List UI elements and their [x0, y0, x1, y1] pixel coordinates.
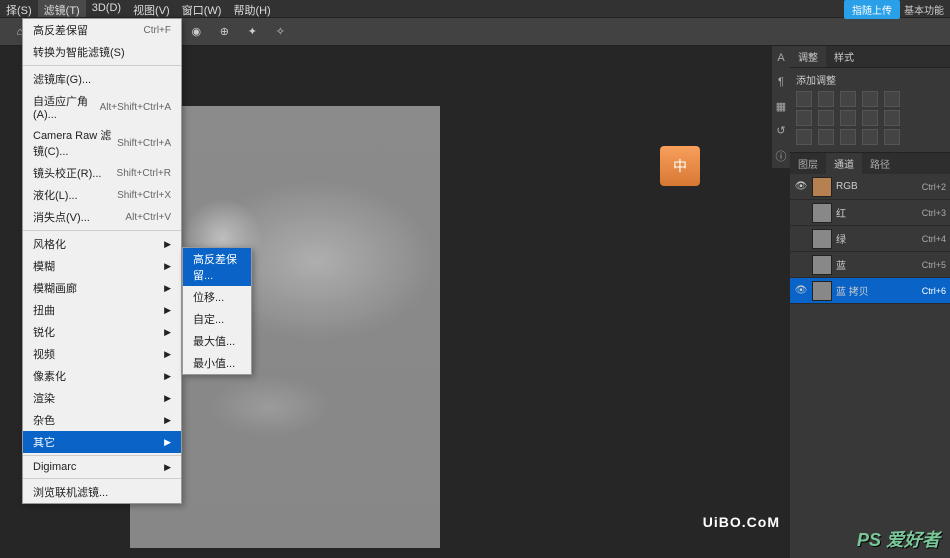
- channel-name: 绿: [836, 231, 922, 246]
- info-panel-icon[interactable]: ⓘ: [774, 148, 788, 162]
- filter-item[interactable]: 浏览联机滤镜...: [23, 481, 181, 503]
- color-balance-icon[interactable]: [818, 110, 834, 126]
- type-panel-icon[interactable]: A: [774, 52, 788, 66]
- channel-row[interactable]: 红Ctrl+3: [790, 200, 950, 226]
- channel-shortcut: Ctrl+6: [922, 286, 946, 296]
- filter-item[interactable]: 高反差保留Ctrl+F: [23, 19, 181, 41]
- collapsed-panels: A ¶ ▦ ↺ ⓘ: [772, 46, 790, 168]
- filter-item[interactable]: Camera Raw 滤镜(C)...Shift+Ctrl+A: [23, 124, 181, 162]
- channel-thumb: [812, 229, 832, 249]
- channel-shortcut: Ctrl+4: [922, 234, 946, 244]
- vibrance-icon[interactable]: [884, 91, 900, 107]
- bw-icon[interactable]: [840, 110, 856, 126]
- right-panel-group: 调整样式 添加调整: [790, 46, 950, 558]
- filter-item[interactable]: 液化(L)...Shift+Ctrl+X: [23, 184, 181, 206]
- visibility-icon[interactable]: 👁: [794, 181, 808, 192]
- watermark-text: PS 爱好者: [857, 526, 940, 552]
- filter-item[interactable]: 其它▶: [23, 431, 181, 453]
- channel-name: 蓝: [836, 257, 922, 272]
- filter-item[interactable]: 像素化▶: [23, 365, 181, 387]
- channel-row[interactable]: 👁 RGBCtrl+2: [790, 174, 950, 200]
- channel-tab[interactable]: 通道: [826, 153, 862, 174]
- filter-item[interactable]: 消失点(V)...Alt+Ctrl+V: [23, 206, 181, 228]
- brightness-icon[interactable]: [796, 91, 812, 107]
- 3d-tool-4-icon[interactable]: ✧: [270, 22, 290, 42]
- watermark-url: UiBO.CoM: [703, 514, 780, 530]
- channel-thumb: [812, 281, 832, 301]
- submenu-item[interactable]: 自定...: [183, 308, 251, 330]
- channel-name: RGB: [836, 181, 922, 192]
- menu-5[interactable]: 帮助(H): [227, 0, 276, 17]
- channel-row[interactable]: 绿Ctrl+4: [790, 226, 950, 252]
- invert-icon[interactable]: [796, 129, 812, 145]
- channel-shortcut: Ctrl+5: [922, 260, 946, 270]
- workspace-label[interactable]: 基本功能: [904, 2, 950, 17]
- menu-1[interactable]: 滤镜(T): [38, 0, 86, 17]
- channel-thumb: [812, 255, 832, 275]
- selective-color-icon[interactable]: [884, 129, 900, 145]
- visibility-icon[interactable]: 👁: [794, 285, 808, 296]
- channel-row[interactable]: 👁 蓝 拷贝Ctrl+6: [790, 278, 950, 304]
- threshold-icon[interactable]: [840, 129, 856, 145]
- gradient-map-icon[interactable]: [862, 129, 878, 145]
- panel-tab[interactable]: 调整: [790, 46, 826, 67]
- 3d-tool-3-icon[interactable]: ✦: [242, 22, 262, 42]
- channel-mixer-icon[interactable]: [884, 110, 900, 126]
- menu-4[interactable]: 窗口(W): [176, 0, 228, 17]
- filter-item[interactable]: 视频▶: [23, 343, 181, 365]
- exposure-icon[interactable]: [862, 91, 878, 107]
- levels-icon[interactable]: [818, 91, 834, 107]
- filter-item[interactable]: 渲染▶: [23, 387, 181, 409]
- channel-shortcut: Ctrl+3: [922, 208, 946, 218]
- submenu-item[interactable]: 最大值...: [183, 330, 251, 352]
- 3d-tool-1-icon[interactable]: ◉: [186, 22, 206, 42]
- 3d-tool-2-icon[interactable]: ⊕: [214, 22, 234, 42]
- curves-icon[interactable]: [840, 91, 856, 107]
- channel-shortcut: Ctrl+2: [922, 182, 946, 192]
- channel-name: 蓝 拷贝: [836, 283, 922, 298]
- cloud-upload-button[interactable]: 指随上传: [844, 0, 900, 19]
- channel-row[interactable]: 蓝Ctrl+5: [790, 252, 950, 278]
- filter-item[interactable]: Digimarc▶: [23, 458, 181, 476]
- filter-item[interactable]: 风格化▶: [23, 233, 181, 255]
- panel-tab[interactable]: 样式: [826, 46, 862, 67]
- submenu-item[interactable]: 位移...: [183, 286, 251, 308]
- photo-filter-icon[interactable]: [862, 110, 878, 126]
- filter-item[interactable]: 模糊▶: [23, 255, 181, 277]
- swatches-panel-icon[interactable]: ▦: [774, 100, 788, 114]
- filter-item[interactable]: 锐化▶: [23, 321, 181, 343]
- other-submenu: 高反差保留...位移...自定...最大值...最小值...: [182, 247, 252, 375]
- workspace-switcher: 指随上传 基本功能: [844, 0, 950, 18]
- menu-0[interactable]: 择(S): [0, 0, 38, 17]
- filter-item[interactable]: 模糊画廊▶: [23, 277, 181, 299]
- channel-thumb: [812, 177, 832, 197]
- paragraph-panel-icon[interactable]: ¶: [774, 76, 788, 90]
- filter-item[interactable]: 自适应广角(A)...Alt+Shift+Ctrl+A: [23, 90, 181, 124]
- menu-3[interactable]: 视图(V): [127, 0, 176, 17]
- submenu-item[interactable]: 高反差保留...: [183, 248, 251, 286]
- posterize-icon[interactable]: [818, 129, 834, 145]
- filter-item[interactable]: 镜头校正(R)...Shift+Ctrl+R: [23, 162, 181, 184]
- channels-tabs: 图层通道路径: [790, 153, 950, 174]
- filter-item[interactable]: 杂色▶: [23, 409, 181, 431]
- channel-name: 红: [836, 205, 922, 220]
- adjustments-tabs: 调整样式: [790, 46, 950, 68]
- filter-item[interactable]: 扭曲▶: [23, 299, 181, 321]
- history-panel-icon[interactable]: ↺: [774, 124, 788, 138]
- adjustments-panel: 添加调整: [790, 68, 950, 153]
- submenu-item[interactable]: 最小值...: [183, 352, 251, 374]
- ime-badge[interactable]: 中: [660, 146, 700, 186]
- channel-thumb: [812, 203, 832, 223]
- channel-tab[interactable]: 图层: [790, 153, 826, 174]
- channels-panel: 图层通道路径 👁RGBCtrl+2红Ctrl+3绿Ctrl+4蓝Ctrl+5👁蓝…: [790, 153, 950, 558]
- menu-2[interactable]: 3D(D): [86, 0, 127, 17]
- filter-item[interactable]: 转换为智能滤镜(S): [23, 41, 181, 63]
- filter-item[interactable]: 滤镜库(G)...: [23, 68, 181, 90]
- menubar: 择(S)滤镜(T)3D(D)视图(V)窗口(W)帮助(H): [0, 0, 950, 18]
- channel-tab[interactable]: 路径: [862, 153, 898, 174]
- filter-menu: 高反差保留Ctrl+F转换为智能滤镜(S) 滤镜库(G)...自适应广角(A)..…: [22, 18, 182, 504]
- adjustments-title: 添加调整: [796, 72, 944, 87]
- hue-icon[interactable]: [796, 110, 812, 126]
